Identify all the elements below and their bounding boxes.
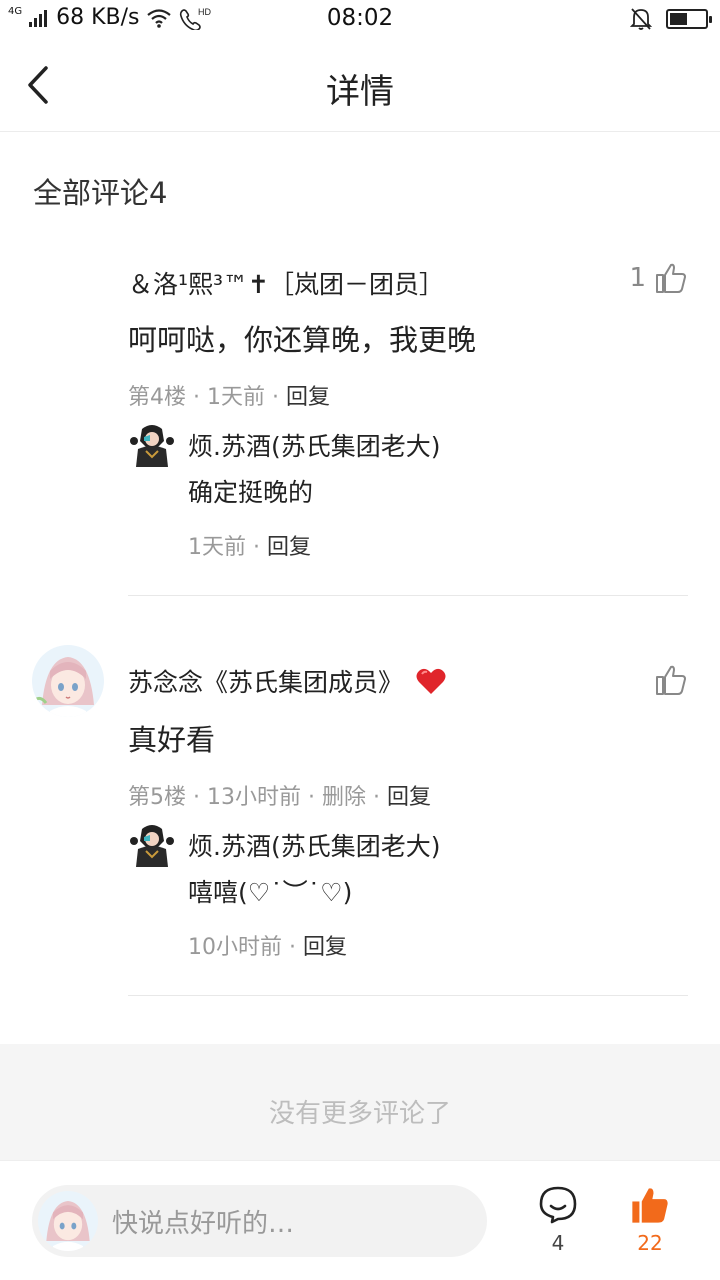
comments-heading: 全部评论4 xyxy=(33,176,168,210)
comment-like-count: 1 xyxy=(629,263,646,293)
comment-time: 13小时前 xyxy=(207,785,301,810)
comment-input[interactable]: 快说点好听的… xyxy=(32,1185,487,1257)
divider xyxy=(128,995,688,996)
comment-floor: 第5楼 xyxy=(128,785,186,810)
avatar-image xyxy=(130,425,174,467)
thumbs-up-icon xyxy=(656,263,686,293)
reply-meta: 1天前 · 回复 xyxy=(188,535,312,560)
like-count: 22 xyxy=(637,1231,663,1255)
comments-button[interactable]: 4 xyxy=(528,1185,588,1255)
comment-floor: 第4楼 xyxy=(128,385,186,410)
comment-text: 真好看 xyxy=(128,723,216,757)
reply-button[interactable]: 回复 xyxy=(387,785,431,810)
reply-time: 10小时前 xyxy=(188,935,282,960)
delete-button[interactable]: 删除 xyxy=(322,785,366,810)
comment-author[interactable]: 苏念念《苏氏集团成员》 xyxy=(128,668,403,697)
status-bar: 4G 68 KB/s HD 08:02 xyxy=(0,0,720,38)
avatar-image xyxy=(32,645,104,717)
reply-button[interactable]: 回复 xyxy=(303,935,347,960)
battery-level xyxy=(670,13,687,25)
reply-author[interactable]: 烦.苏酒(苏氏集团老大) xyxy=(188,827,440,863)
comment-author-row: 苏念念《苏氏集团成员》 xyxy=(128,663,447,699)
comment-input-placeholder: 快说点好听的… xyxy=(112,1208,295,1239)
comment-like-button[interactable] xyxy=(646,663,688,697)
comment-text: 呵呵哒，你还算晚，我更晚 xyxy=(128,323,477,357)
thumbs-up-icon xyxy=(656,665,686,695)
reply-text: 嘻嘻(♡˙︶˙♡) xyxy=(188,878,353,907)
thumbs-up-filled-icon xyxy=(632,1188,668,1223)
reply-button[interactable]: 回复 xyxy=(286,385,330,410)
comment-meta: 第4楼 · 1天前 · 回复 xyxy=(128,385,331,410)
reply-time: 1天前 xyxy=(188,535,246,560)
avatar-image xyxy=(130,825,174,867)
reply-avatar[interactable] xyxy=(128,421,176,469)
comment-count: 4 xyxy=(551,1231,565,1255)
comment-like-button[interactable]: 1 xyxy=(629,261,688,295)
comment-avatar[interactable] xyxy=(32,645,104,717)
no-more-comments: 没有更多评论了 xyxy=(0,1044,720,1160)
comment-time: 1天前 xyxy=(207,385,265,410)
status-right xyxy=(630,7,712,31)
comment-meta: 第5楼 · 13小时前 · 删除 · 回复 xyxy=(128,785,432,810)
divider xyxy=(128,595,688,596)
reply-meta: 10小时前 · 回复 xyxy=(188,935,348,960)
clock: 08:02 xyxy=(326,5,394,31)
reply-author[interactable]: 烦.苏酒(苏氏集团老大) xyxy=(188,427,440,463)
reply-text: 确定挺晚的 xyxy=(188,478,314,507)
header: 详情 xyxy=(0,38,720,132)
mute-bell-icon xyxy=(630,8,652,30)
reply-button[interactable]: 回复 xyxy=(267,535,311,560)
reply-avatar[interactable] xyxy=(128,821,176,869)
like-button[interactable]: 22 xyxy=(620,1185,680,1255)
avatar-image xyxy=(38,1191,98,1251)
comment-bubble-icon xyxy=(539,1186,577,1224)
page-title: 详情 xyxy=(326,72,394,112)
heart-icon xyxy=(416,668,446,694)
my-avatar xyxy=(38,1191,98,1251)
comment-author[interactable]: ＆洛¹熙³™✝［岚团－团员］ xyxy=(128,265,444,301)
battery-icon xyxy=(666,9,712,29)
bottom-bar: 快说点好听的… 4 22 xyxy=(0,1160,720,1280)
